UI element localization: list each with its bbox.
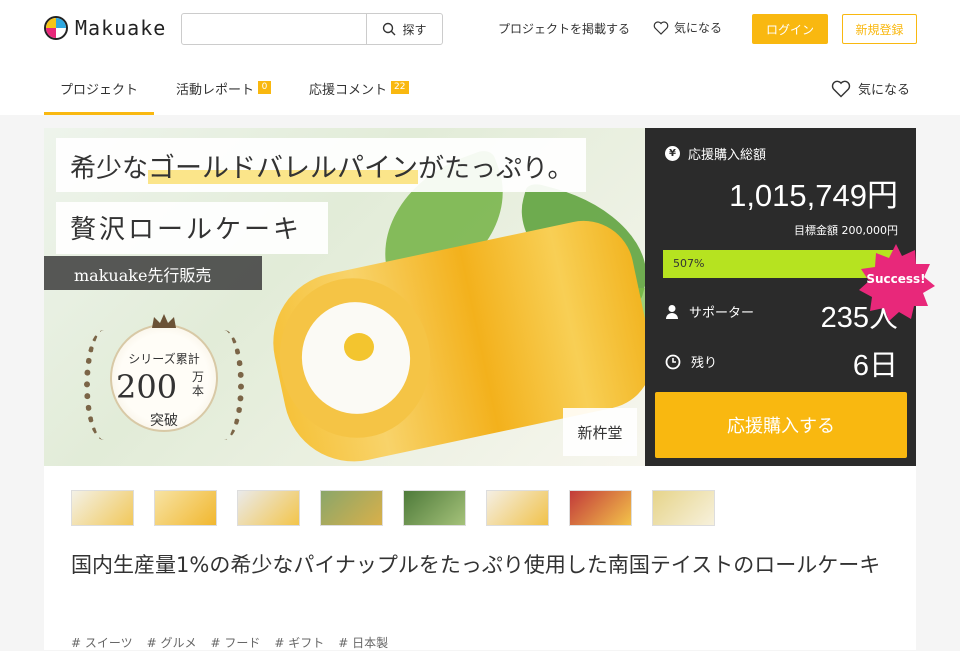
thumbnail-3[interactable]: [237, 490, 300, 526]
logo-text: Makuake: [75, 16, 167, 40]
remaining-label: 残り: [665, 352, 717, 371]
remaining-value: 6日: [852, 350, 898, 382]
heart-icon: [831, 80, 851, 97]
clock-icon: [665, 354, 681, 369]
remaining-label-text: 残り: [691, 356, 718, 371]
tab-project-label: プロジェクト: [60, 83, 139, 98]
total-amount-label: ¥ 応援購入総額: [665, 144, 766, 163]
supporters-label-text: サポーター: [689, 306, 755, 321]
emblem-number: 200: [116, 368, 178, 406]
tab-support-comments-label: 応援コメント: [309, 83, 388, 98]
brand-logo: 新杵堂: [563, 408, 637, 456]
tag-link[interactable]: # 日本製: [338, 634, 388, 651]
project-favorite-button[interactable]: 気になる: [831, 79, 910, 98]
tab-support-comments[interactable]: 応援コメント 22: [293, 67, 424, 115]
activity-report-count-badge: 0: [258, 81, 272, 94]
pineapple-piece: [344, 333, 374, 361]
tag-link[interactable]: # フード: [211, 634, 261, 651]
success-badge: Success!: [856, 242, 936, 322]
search-button[interactable]: 探す: [366, 14, 442, 44]
total-amount-label-text: 応援購入総額: [688, 148, 767, 163]
emblem-top-text: シリーズ累計: [128, 352, 200, 366]
heart-icon: [653, 20, 669, 35]
headline-highlight: ゴールドバレルパイン: [148, 153, 419, 184]
brand-name: 新杵堂: [577, 423, 623, 442]
crown-icon: [152, 314, 176, 328]
signup-button[interactable]: 新規登録: [842, 14, 917, 44]
thumbnail-8[interactable]: [652, 490, 715, 526]
header-favorite-link[interactable]: 気になる: [653, 19, 722, 36]
makuake-logo[interactable]: Makuake: [44, 16, 166, 40]
person-icon: [666, 304, 678, 319]
hero-headline-line2: 贅沢ロールケーキ: [56, 202, 329, 254]
project-tags: # スイーツ # グルメ # フード # ギフト # 日本製: [71, 634, 402, 651]
thumbnail-6[interactable]: [486, 490, 549, 526]
search-icon: [383, 22, 396, 36]
thumbnail-4[interactable]: [320, 490, 383, 526]
yen-icon: ¥: [665, 146, 680, 161]
hero-image[interactable]: 希少なゴールドバレルパインがたっぷり。 贅沢ロールケーキ makuake先行販売…: [44, 128, 645, 466]
presale-banner: makuake先行販売: [44, 256, 262, 290]
total-amount-value: 1,015,749円: [729, 178, 898, 213]
search-button-label: 探す: [402, 22, 427, 37]
post-project-link[interactable]: プロジェクトを掲載する: [498, 20, 630, 37]
project-title: 国内生産量1%の希少なパイナップルをたっぷり使用した南国テイストのロールケーキ: [71, 553, 881, 577]
project-main: 希少なゴールドバレルパインがたっぷり。 贅沢ロールケーキ makuake先行販売…: [44, 128, 935, 651]
site-header: Makuake 探す プロジェクトを掲載する 気になる ログイン 新規登録 プロ…: [0, 0, 960, 115]
emblem-unit: 万本: [192, 370, 205, 398]
project-tabs: プロジェクト 活動レポート 0 応援コメント 22: [44, 67, 431, 115]
thumbnail-1[interactable]: [71, 490, 134, 526]
tab-activity-report[interactable]: 活動レポート 0: [160, 67, 287, 115]
thumbnail-7[interactable]: [569, 490, 632, 526]
success-badge-text: Success!: [866, 272, 926, 286]
emblem-bottom-text: 突破: [150, 413, 178, 429]
tab-activity-report-label: 活動レポート: [176, 83, 255, 98]
support-comments-count-badge: 22: [391, 81, 409, 94]
headline-part1: 希少な: [70, 154, 149, 184]
headline-part2: がたっぷり。: [418, 154, 574, 184]
tag-link[interactable]: # スイーツ: [71, 634, 133, 651]
search-bar: 探す: [181, 13, 443, 45]
project-favorite-label: 気になる: [858, 83, 911, 98]
thumbnail-5[interactable]: [403, 490, 466, 526]
tab-project[interactable]: プロジェクト: [44, 67, 155, 115]
thumbnail-2[interactable]: [154, 490, 217, 526]
logo-mark-icon: [44, 16, 68, 40]
login-button[interactable]: ログイン: [752, 14, 828, 44]
header-favorite-label: 気になる: [674, 21, 723, 35]
support-purchase-button[interactable]: 応援購入する: [655, 392, 907, 458]
supporters-label: サポーター: [665, 302, 754, 321]
search-input[interactable]: [182, 14, 366, 44]
sales-emblem: シリーズ累計 200 万本 突破: [76, 310, 252, 450]
hero-headline-line1: 希少なゴールドバレルパインがたっぷり。: [56, 138, 586, 192]
tag-link[interactable]: # ギフト: [274, 634, 324, 651]
thumbnail-strip: [71, 490, 735, 526]
goal-amount: 目標金額 200,000円: [794, 224, 898, 237]
tag-link[interactable]: # グルメ: [147, 634, 197, 651]
